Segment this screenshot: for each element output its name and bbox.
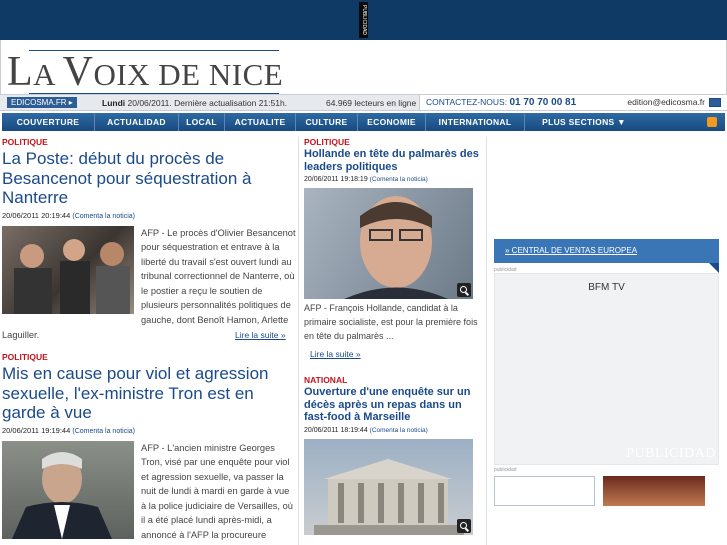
- nav-actualite[interactable]: ACTUALITE: [225, 113, 296, 131]
- headline[interactable]: La Poste: début du procès de Besancenot …: [2, 149, 296, 208]
- contact-box: CONTACTEZ-NOUS: 01 70 70 00 81 edition@e…: [419, 95, 727, 110]
- second-column: POLITIQUE Hollande en tête du palmarès d…: [304, 137, 482, 535]
- section-kicker[interactable]: NATIONAL: [304, 375, 482, 385]
- top-ad-label: PUBLICIDAD: [359, 2, 368, 38]
- article-body: AFP - François Hollande, candidat à la p…: [304, 303, 478, 341]
- nav-actualidad[interactable]: ACTUALIDAD: [95, 113, 179, 131]
- column-divider: [298, 137, 299, 545]
- article-photo[interactable]: [2, 225, 134, 314]
- article-photo[interactable]: [304, 188, 473, 299]
- headline[interactable]: Mis en cause pour viol et agression sexu…: [2, 364, 296, 423]
- photo-people: [14, 238, 130, 314]
- main-column: POLITIQUE La Poste: début du procès de B…: [2, 137, 296, 540]
- bfm-title: BFM TV: [588, 282, 625, 293]
- nav-culture[interactable]: CULTURE: [296, 113, 358, 131]
- photo-building: [314, 458, 464, 535]
- section-kicker[interactable]: POLITIQUE: [2, 137, 296, 147]
- bfm-ad[interactable]: BFM TV PUBLICIDAD: [494, 273, 719, 465]
- headline[interactable]: Ouverture d'une enquête sur un décès apr…: [304, 386, 482, 424]
- nav-international[interactable]: INTERNATIONAL: [426, 113, 525, 131]
- top-ad-band: PUBLICIDAD: [0, 0, 727, 40]
- read-more-link[interactable]: Lire la suite »: [310, 349, 361, 359]
- article-marseille: NATIONAL Ouverture d'une enquête sur un …: [304, 375, 482, 535]
- edicosma-link[interactable]: EDICOSMA.FR ▸: [7, 97, 77, 108]
- photo-portrait: [344, 196, 448, 299]
- headline[interactable]: Hollande en tête du palmarès des leaders…: [304, 148, 482, 173]
- article-photo[interactable]: [304, 438, 473, 535]
- date-text: Lundi 20/06/2011. Dernière actualisation…: [102, 98, 288, 108]
- column-divider: [486, 137, 487, 545]
- article-meta: 20/06/2011 19:19:44 (Comenta la noticia): [2, 425, 135, 435]
- main-nav: COUVERTURE ACTUALIDAD LOCAL ACTUALITE CU…: [2, 113, 725, 131]
- section-kicker[interactable]: POLITIQUE: [2, 352, 296, 362]
- article-hollande: POLITIQUE Hollande en tête du palmarès d…: [304, 137, 482, 362]
- article-meta: 20/06/2011 19:18:19 (Comenta la noticia): [304, 176, 428, 183]
- article-tron: POLITIQUE Mis en cause pour viol et agre…: [2, 352, 296, 543]
- read-more-link[interactable]: Lire la suite »: [235, 330, 286, 340]
- contact-info: CONTACTEZ-NOUS: 01 70 70 00 81: [426, 97, 577, 108]
- email-link[interactable]: edition@edicosma.fr: [627, 97, 705, 107]
- nav-couverture[interactable]: COUVERTURE: [2, 113, 95, 131]
- readers-online: 64.969 lecteurs en ligne: [326, 98, 417, 108]
- nav-economie[interactable]: ECONOMIE: [358, 113, 426, 131]
- central-ventas-banner[interactable]: » CENTRAL DE VENTAS EUROPEA: [494, 239, 719, 263]
- zoom-icon[interactable]: [457, 518, 471, 533]
- zoom-icon[interactable]: [457, 283, 471, 297]
- article-besancenot: POLITIQUE La Poste: début du procès de B…: [2, 137, 296, 342]
- ad-box-left[interactable]: [494, 476, 595, 506]
- info-bar: EDICOSMA.FR ▸ Lundi 20/06/2011. Dernière…: [0, 94, 727, 111]
- publicidad-watermark: PUBLICIDAD: [626, 446, 716, 461]
- site-logo[interactable]: LA VOIX DE NICE: [7, 48, 283, 96]
- nav-local[interactable]: LOCAL: [179, 113, 225, 131]
- mail-icon[interactable]: [709, 98, 721, 107]
- ad-box-hotel[interactable]: [603, 476, 705, 506]
- photo-man: [12, 451, 112, 539]
- article-meta: 20/06/2011 20:19:44 (Comenta la noticia): [2, 210, 135, 220]
- nav-plus-sections[interactable]: PLUS SECTIONS ▼: [525, 113, 643, 131]
- sidebar: » CENTRAL DE VENTAS EUROPEA publicidad B…: [494, 239, 719, 506]
- section-kicker[interactable]: POLITIQUE: [304, 137, 482, 147]
- masthead: LA VOIX DE NICE: [0, 40, 727, 96]
- article-meta: 20/06/2011 18:19:44 (Comenta la noticia): [304, 426, 428, 434]
- rss-icon[interactable]: [707, 117, 717, 127]
- article-photo[interactable]: [2, 440, 134, 539]
